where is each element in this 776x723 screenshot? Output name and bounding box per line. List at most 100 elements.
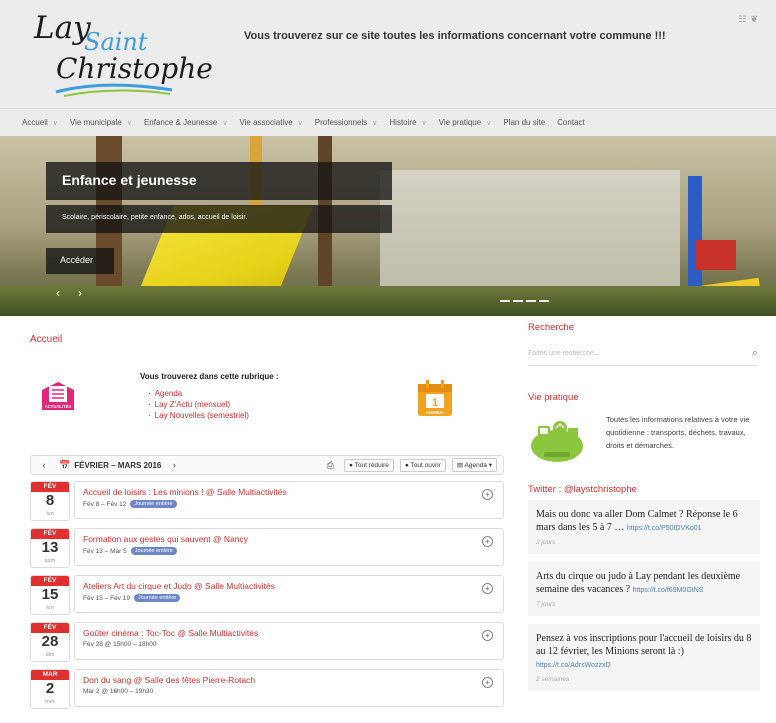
event-tag: Journée entière [130,547,177,555]
chevron-right-icon[interactable]: › [78,286,100,300]
event-card[interactable]: Goûter cinéma : Toc-Toc @ Salle Multiact… [74,622,504,660]
list-item: FÉV 15 lun Ateliers Art du cirque et Jud… [30,575,504,615]
agenda-icon-day: 1 [432,397,438,409]
chevron-down-icon: ∨ [297,120,303,127]
rubrique-link-agenda[interactable]: · Agenda [148,388,249,399]
event-card[interactable]: Ateliers Art du cirque et Judo @ Salle M… [74,575,504,613]
print-icon[interactable]: ⎙ [327,460,334,471]
hero-pagination [500,296,556,306]
tweet: Arts du cirque ou judo à Lay pendant les… [528,562,760,616]
plus-circle-icon[interactable]: + [482,583,493,594]
tweet-link[interactable]: https://t.co/P50IDVKo01 [627,525,702,532]
event-card[interactable]: Formation aux gestes qui sauvent @ Nancy… [74,528,504,566]
tweet-time[interactable]: 2 jours [536,539,752,546]
event-date-badge: FÉV 8 lun [30,481,70,521]
event-title[interactable]: Ateliers Art du cirque et Judo @ Salle M… [83,581,495,591]
chevron-down-icon: ∨ [52,120,58,127]
rss-icon[interactable]: ☷ [738,14,750,24]
calendar-icon[interactable]: 📅 [59,460,70,471]
plus-circle-icon[interactable]: + [482,536,493,547]
nav-item-enfance-jeunesse[interactable]: Enfance & Jeunesse ∨ [144,118,228,127]
event-title[interactable]: Goûter cinéma : Toc-Toc @ Salle Multiact… [83,628,495,638]
chevron-down-icon: ∨ [222,120,228,127]
list-item: FÉV 8 lun Accueil de loisirs : Les minio… [30,481,504,521]
rubrique-link-lay-zactu[interactable]: · Lay Z'Actu (mensuel) [148,399,249,410]
breadcrumb[interactable]: Accueil [30,334,62,345]
main-nav: Accueil ∨ Vie municipale ∨ Enfance & Jeune… [0,108,776,136]
nav-item-histoire[interactable]: Histoire ∨ [389,118,426,127]
tweet-text: Mais ou donc va aller Dom Calmet ? Répon… [536,509,738,533]
tweet-time[interactable]: 7 jours [536,601,752,608]
nav-item-plan-du-site[interactable]: Plan du site [503,118,545,127]
chevron-down-icon: ∨ [421,120,427,127]
hero-grass [0,286,776,316]
vie-pratique-icon[interactable] [528,414,586,464]
hero-title: Enfance et jeunesse [46,162,392,200]
event-card[interactable]: Don du sang @ Salle des fêtes Pierre-Rot… [74,669,504,707]
agenda-view-dropdown[interactable]: ▤ Agenda ▾ [451,458,497,472]
chevron-left-icon[interactable]: ‹ [37,460,51,470]
rubrique-title: Vous trouverez dans cette rubrique : [140,372,279,381]
twitter-widget-title[interactable]: Twitter : @laystchristophe [528,484,637,495]
chevron-down-icon: ∨ [372,120,378,127]
event-meta: Fév 8 – Fév 12 Journée entière [83,500,495,508]
rubrique-link-lay-nouvelles[interactable]: · Lay Nouvelles (semestriel) [148,410,249,421]
nav-item-vie-associative[interactable]: Vie associative ∨ [239,118,302,127]
twitter-icon[interactable]: ❦ [750,14,762,24]
search-widget-title: Recherche [528,322,574,333]
tweet-text: Arts du cirque ou judo à Lay pendant les… [536,571,741,595]
collapse-all-button[interactable]: ● Tout réduire [343,458,394,472]
logo-text-lay: Lay [34,10,91,46]
site-header: Lay Saint Christophe Vous trouverez sur … [0,0,776,108]
chevron-down-icon: ∨ [486,120,492,127]
logo-swoosh-icon [55,83,173,97]
event-title[interactable]: Don du sang @ Salle des fêtes Pierre-Rot… [83,675,495,685]
social-links: ☷❦ [738,14,762,25]
site-tagline: Vous trouverez sur ce site toutes les in… [244,30,666,42]
nav-item-vie-municipale[interactable]: Vie municipale ∨ [70,118,132,127]
tweet-link[interactable]: https://t.co/AdrsWozzxD [536,662,611,669]
plus-circle-icon[interactable]: + [482,489,493,500]
nav-item-professionnels[interactable]: Professionnels ∨ [315,118,378,127]
nav-item-accueil[interactable]: Accueil ∨ [22,118,58,127]
event-tag: Journée entière [130,500,177,508]
nav-item-vie-pratique[interactable]: Vie pratique ∨ [439,118,492,127]
hero-dot[interactable] [513,300,523,302]
tweet-time[interactable]: 2 semaines [536,676,752,683]
rubrique-links: · Agenda · Lay Z'Actu (mensuel) · Lay Nouve… [148,388,249,421]
plus-circle-icon[interactable]: + [482,677,493,688]
site-logo[interactable]: Lay Saint Christophe [34,8,213,98]
agenda-toolbar: ‹ 📅 FÉVRIER – MARS 2016 › ⎙ ● Tout rédui… [30,455,504,475]
event-meta: Fév 13 – Mar 5 Journée entière [83,547,495,555]
hero-dot[interactable] [539,300,549,302]
calendar-icon[interactable]: 1 AGENDA [414,378,456,420]
newspaper-icon[interactable]: ACTUALITÉS [38,376,78,416]
tweet-link[interactable]: https://t.co/f69M0GtNS [633,587,704,594]
agenda-event-list: FÉV 8 lun Accueil de loisirs : Les minio… [30,481,504,716]
event-card[interactable]: Accueil de loisirs : Les minions ! @ Sal… [74,481,504,519]
tweet-text: Pensez à vos inscriptions pour l'accueil… [536,633,752,669]
event-date-badge: FÉV 28 dim [30,622,70,662]
agenda-date-range[interactable]: FÉVRIER – MARS 2016 [74,461,161,470]
hero-dot[interactable] [500,300,510,302]
chevron-right-icon[interactable]: › [167,460,181,470]
plus-circle-icon[interactable]: + [482,630,493,641]
expand-all-button[interactable]: ● Tout ouvrir [399,458,446,472]
event-title[interactable]: Formation aux gestes qui sauvent @ Nancy [83,534,495,544]
tweet: Pensez à vos inscriptions pour l'accueil… [528,624,760,691]
agenda-icon-label: AGENDA [426,410,444,415]
twitter-feed: Mais ou donc va aller Dom Calmet ? Répon… [528,500,760,699]
search-input[interactable] [528,350,728,357]
search-box: ⌕ [528,342,758,366]
vie-pratique-title[interactable]: Vie pratique [528,392,579,403]
hero-access-button[interactable]: Accéder [46,248,114,274]
nav-item-contact[interactable]: Contact [557,118,585,127]
chevron-left-icon[interactable]: ‹ [56,286,78,300]
hero-description: Scolaire, périscolaire, petite enfance, … [46,205,392,233]
search-icon[interactable]: ⌕ [752,347,758,360]
event-title[interactable]: Accueil de loisirs : Les minions ! @ Sal… [83,487,495,497]
hero-dot[interactable] [526,300,536,302]
list-item: FÉV 28 dim Goûter cinéma : Toc-Toc @ Sal… [30,622,504,662]
event-meta: Fév 28 @ 15h00 – 18h00 [83,641,157,648]
event-meta: Fév 15 – Fév 19 Journée entière [83,594,495,602]
